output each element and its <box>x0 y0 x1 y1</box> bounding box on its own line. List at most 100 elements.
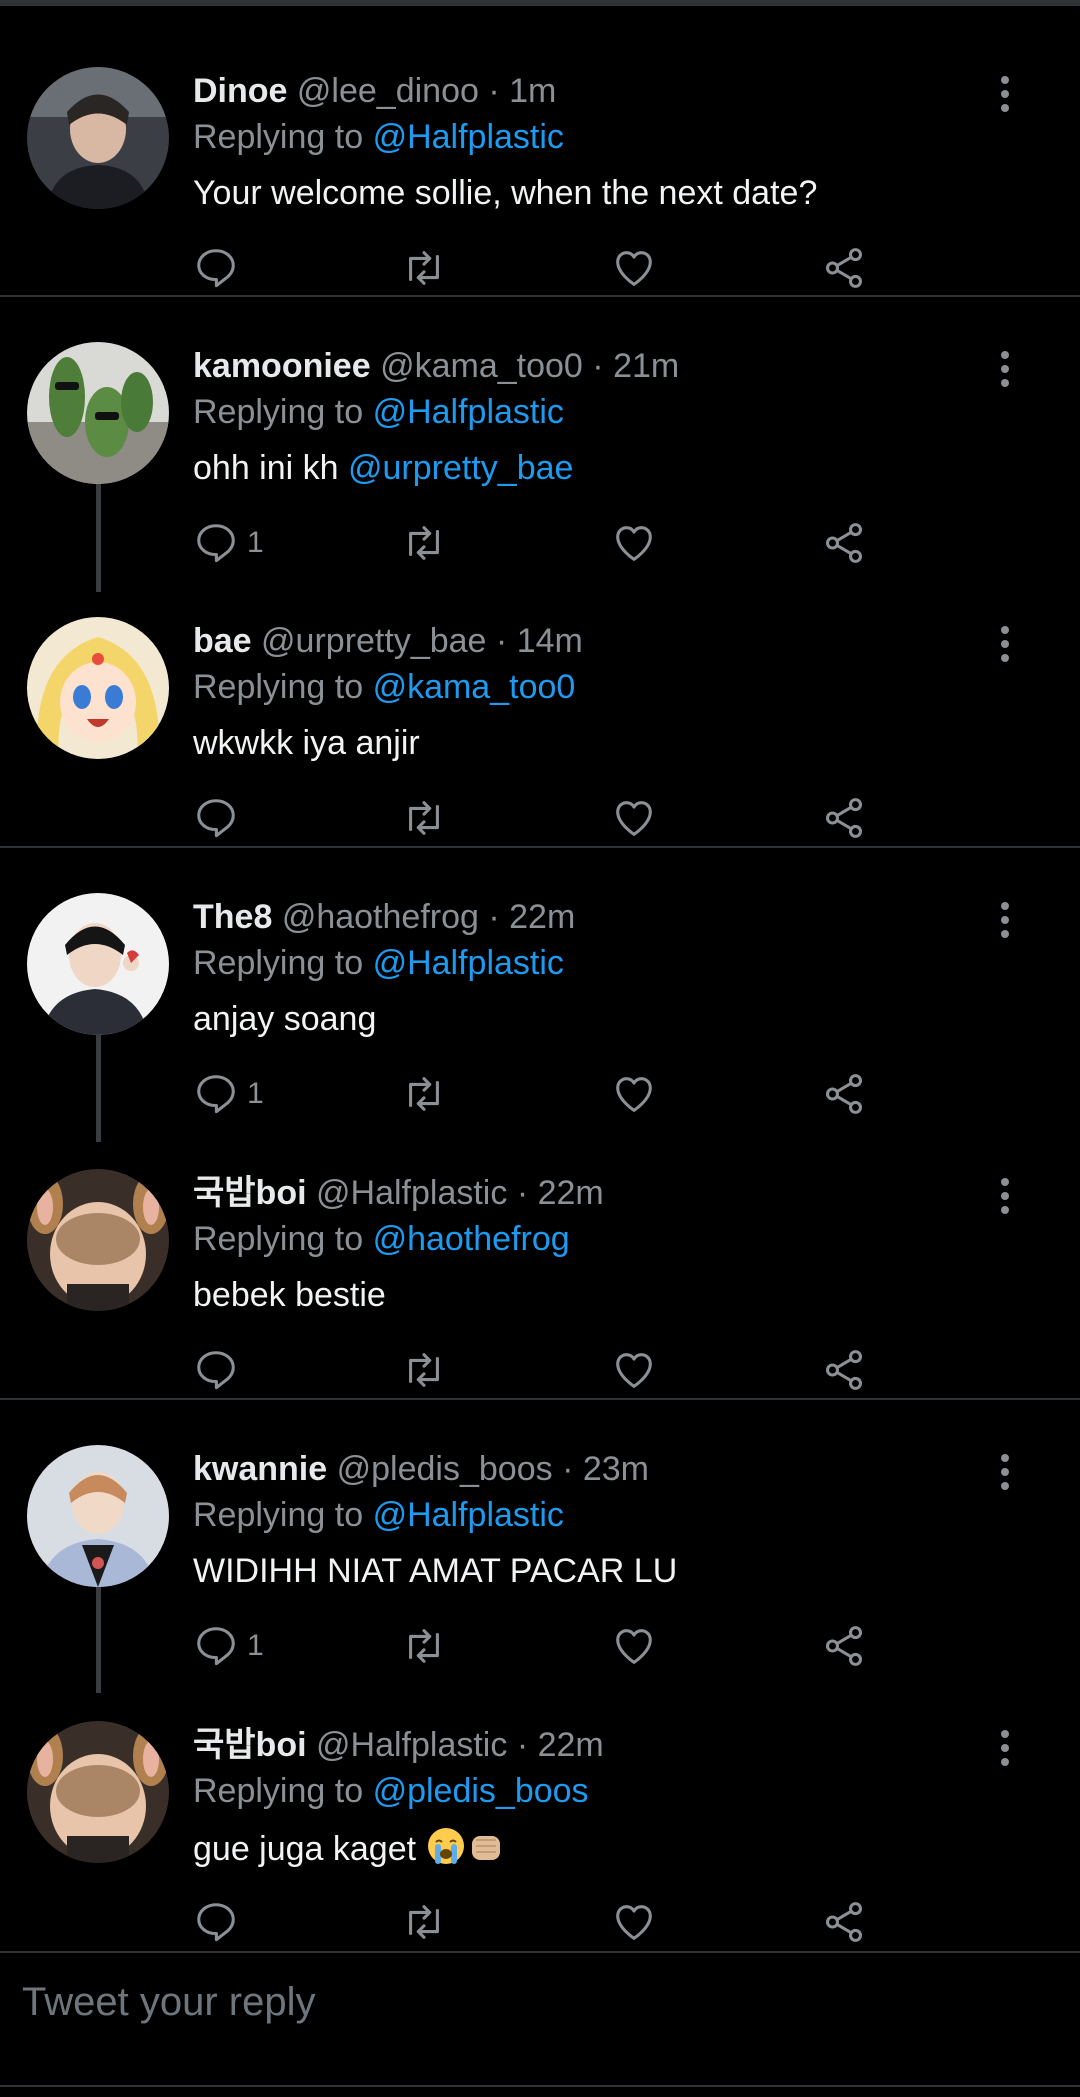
reply-input-placeholder[interactable]: Tweet your reply <box>22 1980 315 2025</box>
avatar[interactable] <box>27 1169 169 1311</box>
reply-count: 1 <box>247 1077 264 1110</box>
display-name[interactable]: kamooniee <box>193 347 371 385</box>
replying-mention[interactable]: @haothefrog <box>373 1220 570 1258</box>
like-icon <box>616 1077 652 1112</box>
timestamp[interactable]: 22m <box>538 1174 604 1212</box>
user-handle[interactable]: @lee_dinoo <box>297 72 479 110</box>
tweet-meta: kwannie @pledis_boos · 23m <box>193 1448 649 1490</box>
share-icon <box>825 1626 863 1666</box>
tweet-text: wkwkk iya anjir <box>193 724 420 762</box>
avatar[interactable] <box>27 67 169 209</box>
share-button[interactable] <box>821 517 867 569</box>
reply-tweet[interactable]: 국밥boi @Halfplastic · 22m Replying to @ha… <box>0 1124 1080 1399</box>
more-icon[interactable] <box>990 74 1020 114</box>
retweet-button[interactable] <box>401 517 447 569</box>
replying-to: Replying to @Halfplastic <box>193 391 564 433</box>
tweet-actions <box>193 242 893 294</box>
replying-mention[interactable]: @Halfplastic <box>373 393 564 431</box>
user-handle[interactable]: @urpretty_bae <box>261 622 486 660</box>
avatar[interactable] <box>27 1445 169 1587</box>
retweet-button[interactable] <box>401 1068 447 1120</box>
display-name[interactable]: 국밥boi <box>193 1726 307 1764</box>
like-button[interactable] <box>611 1068 657 1120</box>
text-mention[interactable]: @urpretty_bae <box>348 449 573 487</box>
like-icon <box>616 1905 652 1940</box>
retweet-icon <box>409 251 439 285</box>
user-handle[interactable]: @kama_too0 <box>380 347 583 385</box>
share-button[interactable] <box>821 792 867 844</box>
reply-tweet[interactable]: The8 @haothefrog · 22m Replying to @Half… <box>0 848 1080 1123</box>
reply-button[interactable]: 1 <box>193 1068 264 1120</box>
replying-mention[interactable]: @pledis_boos <box>373 1772 589 1810</box>
avatar[interactable] <box>27 342 169 484</box>
replying-to: Replying to @kama_too0 <box>193 666 575 708</box>
like-icon <box>616 801 652 836</box>
timestamp[interactable]: 1m <box>509 72 556 110</box>
reply-button[interactable]: 1 <box>193 1620 264 1672</box>
user-handle[interactable]: @Halfplastic <box>316 1174 507 1212</box>
reply-button[interactable] <box>193 1896 247 1948</box>
reply-composer[interactable]: Tweet your reply <box>0 1950 1080 2070</box>
avatar[interactable] <box>27 617 169 759</box>
reply-icon <box>197 524 235 563</box>
reply-tweet[interactable]: kamooniee @kama_too0 · 21m Replying to @… <box>0 297 1080 572</box>
share-icon <box>825 523 863 563</box>
fist-emoji <box>466 1826 506 1876</box>
replying-label: Replying to <box>193 1220 364 1258</box>
tweet-text: WIDIHH NIAT AMAT PACAR LU <box>193 1552 678 1590</box>
reply-count: 1 <box>247 526 264 559</box>
tweet-meta: The8 @haothefrog · 22m <box>193 896 575 938</box>
reply-button[interactable]: 1 <box>193 517 264 569</box>
more-icon[interactable] <box>990 624 1020 664</box>
timestamp[interactable]: 22m <box>538 1726 604 1764</box>
more-icon[interactable] <box>990 1728 1020 1768</box>
retweet-button[interactable] <box>401 242 447 294</box>
replying-mention[interactable]: @Halfplastic <box>373 118 564 156</box>
reply-button[interactable] <box>193 242 247 294</box>
tweet-meta: kamooniee @kama_too0 · 21m <box>193 345 679 387</box>
display-name[interactable]: The8 <box>193 898 272 936</box>
like-button[interactable] <box>611 1620 657 1672</box>
reply-button[interactable] <box>193 1344 247 1396</box>
reply-tweet[interactable]: 국밥boi @Halfplastic · 22m Replying to @pl… <box>0 1676 1080 1951</box>
user-handle[interactable]: @Halfplastic <box>316 1726 507 1764</box>
retweet-button[interactable] <box>401 1896 447 1948</box>
more-icon[interactable] <box>990 349 1020 389</box>
display-name[interactable]: kwannie <box>193 1450 327 1488</box>
reply-tweet[interactable]: bae @urpretty_bae · 14m Replying to @kam… <box>0 572 1080 847</box>
share-button[interactable] <box>821 1344 867 1396</box>
replying-mention[interactable]: @kama_too0 <box>373 668 576 706</box>
display-name[interactable]: bae <box>193 622 252 660</box>
more-icon[interactable] <box>990 1176 1020 1216</box>
replying-mention[interactable]: @Halfplastic <box>373 944 564 982</box>
display-name[interactable]: Dinoe <box>193 72 287 110</box>
more-icon[interactable] <box>990 1452 1020 1492</box>
replying-mention[interactable]: @Halfplastic <box>373 1496 564 1534</box>
display-name[interactable]: 국밥boi <box>193 1174 307 1212</box>
reply-icon <box>197 249 235 288</box>
share-button[interactable] <box>821 1896 867 1948</box>
retweet-button[interactable] <box>401 792 447 844</box>
like-button[interactable] <box>611 1896 657 1948</box>
timestamp[interactable]: 22m <box>509 898 575 936</box>
avatar[interactable] <box>27 893 169 1035</box>
reply-tweet[interactable]: Dinoe @lee_dinoo · 1m Replying to @Halfp… <box>0 22 1080 297</box>
share-button[interactable] <box>821 1620 867 1672</box>
share-button[interactable] <box>821 242 867 294</box>
reply-button[interactable] <box>193 792 247 844</box>
reply-tweet[interactable]: kwannie @pledis_boos · 23m Replying to @… <box>0 1400 1080 1675</box>
retweet-button[interactable] <box>401 1620 447 1672</box>
like-button[interactable] <box>611 517 657 569</box>
like-button[interactable] <box>611 242 657 294</box>
user-handle[interactable]: @pledis_boos <box>337 1450 553 1488</box>
timestamp[interactable]: 23m <box>583 1450 649 1488</box>
like-button[interactable] <box>611 1344 657 1396</box>
more-icon[interactable] <box>990 900 1020 940</box>
timestamp[interactable]: 21m <box>613 347 679 385</box>
share-button[interactable] <box>821 1068 867 1120</box>
retweet-button[interactable] <box>401 1344 447 1396</box>
user-handle[interactable]: @haothefrog <box>282 898 479 936</box>
like-button[interactable] <box>611 792 657 844</box>
timestamp[interactable]: 14m <box>517 622 583 660</box>
avatar[interactable] <box>27 1721 169 1863</box>
